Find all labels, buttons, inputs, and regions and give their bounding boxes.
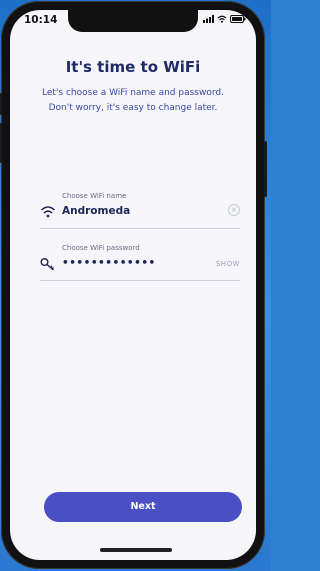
wifi-password-field[interactable]: Choose WiFi password ••••••••••••• SHOW [40, 244, 240, 281]
page-title: It's time to WiFi [65, 58, 201, 76]
wifi-password-label: Choose WiFi password [62, 244, 140, 252]
volume-up-button [0, 93, 2, 115]
notch [68, 10, 198, 32]
wifi-name-input[interactable]: Andromeda [62, 205, 130, 217]
wifi-name-label: Choose WiFi name [62, 192, 127, 200]
volume-down-button [0, 123, 2, 163]
next-button[interactable]: Next [44, 492, 242, 522]
home-indicator [100, 548, 172, 552]
phone-frame: 10:14 It's time to WiFi Let's choose a W… [0, 1, 267, 569]
phone-screen: 10:14 It's time to WiFi Let's choose a W… [10, 10, 256, 560]
status-icons [203, 15, 246, 23]
subtitle-line-1: Let's choose a WiFi name and password. [42, 88, 224, 98]
page-subtitle: Let's choose a WiFi name and password. D… [20, 86, 246, 116]
status-time: 10:14 [24, 14, 58, 26]
wifi-status-icon [217, 15, 227, 23]
power-button [264, 141, 267, 197]
clear-icon[interactable]: × [228, 204, 240, 216]
subtitle-line-2: Don't worry, it's easy to change later. [48, 103, 218, 113]
show-password-button[interactable]: SHOW [216, 260, 240, 268]
signal-icon [203, 15, 214, 23]
battery-icon [230, 15, 246, 23]
key-icon [40, 258, 54, 271]
wifi-icon [41, 206, 55, 218]
wifi-name-field[interactable]: Choose WiFi name Andromeda × [40, 192, 240, 229]
wifi-password-input[interactable]: ••••••••••••• [62, 257, 156, 269]
